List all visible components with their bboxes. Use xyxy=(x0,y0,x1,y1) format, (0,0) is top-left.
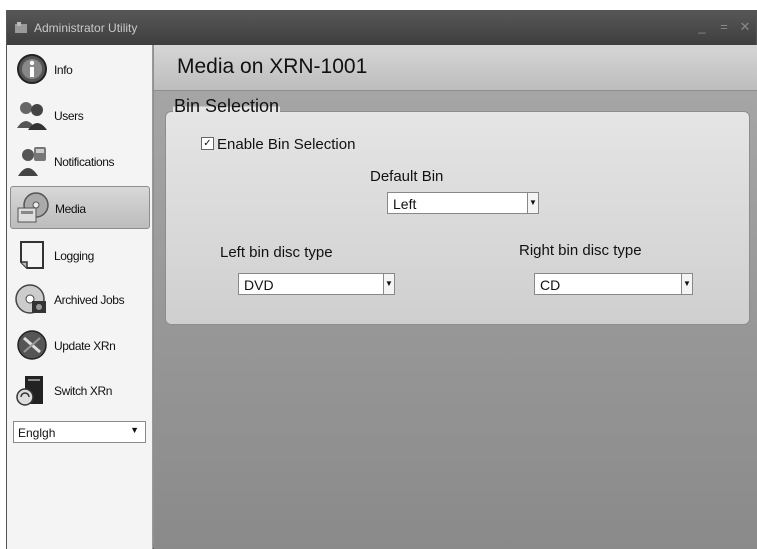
right-disc-label: Right bin disc type xyxy=(519,242,642,259)
default-bin-select[interactable]: Left ▼ xyxy=(387,192,539,214)
default-bin-value: Left xyxy=(393,196,417,212)
chevron-down-icon: ▼ xyxy=(130,425,139,435)
sidebar-item-label: Switch XRn xyxy=(54,384,113,398)
page-title: Media on XRN-1001 xyxy=(177,55,368,78)
users-icon xyxy=(17,102,47,130)
chevron-down-icon[interactable]: ▼ xyxy=(527,192,539,214)
sidebar-item-archived-jobs[interactable]: Archived Jobs xyxy=(10,278,150,321)
enable-bin-selection-checkbox[interactable]: ✓ xyxy=(201,137,214,150)
sidebar-item-users[interactable]: Users xyxy=(10,94,150,137)
info-icon xyxy=(17,54,47,84)
sidebar-item-label: Media xyxy=(55,202,86,216)
main-panel: Media on XRN-1001 Bin Selection ✓ Enable… xyxy=(154,45,757,549)
archived-jobs-icon xyxy=(15,284,46,314)
sidebar-item-label: Archived Jobs xyxy=(54,293,125,307)
default-bin-label: Default Bin xyxy=(370,168,444,185)
left-disc-label: Left bin disc type xyxy=(220,244,333,261)
app-icon xyxy=(15,22,27,33)
media-icon xyxy=(17,192,49,223)
sidebar-item-label: Notifications xyxy=(54,155,115,169)
notifications-icon xyxy=(18,147,46,176)
switch-icon xyxy=(16,376,43,406)
chevron-down-icon[interactable]: ▼ xyxy=(681,273,693,295)
sidebar-item-info[interactable]: Info xyxy=(10,48,150,91)
sidebar-item-label: Info xyxy=(54,63,73,77)
enable-bin-selection-label: Enable Bin Selection xyxy=(217,136,356,153)
close-button[interactable]: ✕ xyxy=(737,19,753,35)
window-title: Administrator Utility xyxy=(34,21,138,35)
sidebar-item-label: Users xyxy=(54,109,84,123)
sidebar-item-label: Logging xyxy=(54,249,94,263)
sidebar-item-logging[interactable]: Logging xyxy=(10,234,150,277)
group-legend: Bin Selection xyxy=(173,96,281,117)
title-bar: Administrator Utility _ = ✕ xyxy=(7,11,756,45)
sidebar-item-notifications[interactable]: Notifications xyxy=(10,140,150,183)
sidebar-item-label: Update XRn xyxy=(54,339,116,353)
sidebar-item-media[interactable]: Media xyxy=(10,186,150,229)
sidebar-item-update-xrn[interactable]: Update XRn xyxy=(10,324,150,367)
minimize-button[interactable]: _ xyxy=(694,19,710,35)
language-select[interactable]: Englgh ▼ xyxy=(13,421,146,443)
right-disc-value: CD xyxy=(540,277,561,293)
update-icon xyxy=(17,330,47,360)
app-window: Administrator Utility _ = ✕ Info Users N… xyxy=(6,10,757,549)
chevron-down-icon[interactable]: ▼ xyxy=(383,273,395,295)
language-value: Englgh xyxy=(18,426,56,440)
maximize-button[interactable]: = xyxy=(716,19,732,35)
left-disc-select[interactable]: DVD ▼ xyxy=(238,273,395,295)
sidebar-item-switch-xrn[interactable]: Switch XRn xyxy=(10,369,150,412)
sidebar: Info Users Notifications Media Logging A… xyxy=(7,45,153,549)
page-header: Media on XRN-1001 xyxy=(154,45,757,91)
left-disc-value: DVD xyxy=(244,277,274,293)
right-disc-select[interactable]: CD ▼ xyxy=(534,273,693,295)
logging-icon xyxy=(20,241,44,269)
